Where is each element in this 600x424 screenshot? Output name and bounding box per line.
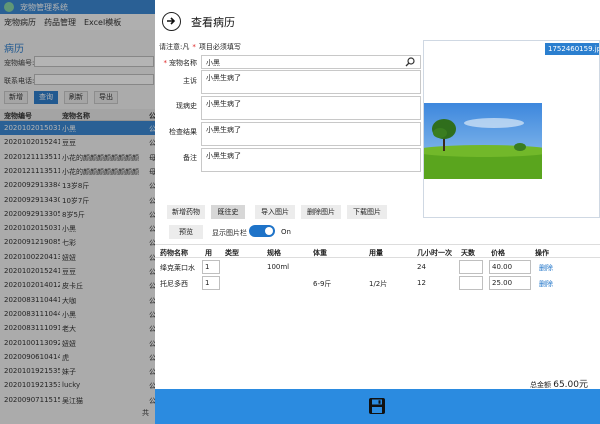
- exam-result-label: 检查结果: [169, 128, 197, 136]
- drug-row: 绛克莱口水 1 100ml 24 40.00 删除: [155, 259, 600, 276]
- photo-file-tag[interactable]: 1752460159.jpg: [545, 43, 599, 55]
- dialog-header: 查看病历: [155, 0, 600, 40]
- delete-link[interactable]: 删除: [539, 263, 553, 273]
- th-price: 价格: [491, 249, 505, 257]
- use-input[interactable]: 1: [202, 276, 220, 290]
- drug-row: 托尼多西 1 6-9斤 1/2片 12 25.00 删除: [155, 275, 600, 292]
- required-star: *: [192, 43, 196, 51]
- th-weight: 体重: [313, 249, 327, 257]
- note-label: 备注: [183, 154, 197, 162]
- pet-name-label-text: 宠物名称: [169, 59, 197, 67]
- drug-weight: 6-9斤: [313, 280, 332, 288]
- required-star: *: [163, 59, 168, 67]
- toggle-state: On: [281, 228, 291, 236]
- photo-panel: 1752460159.jpg: [423, 40, 600, 218]
- th-use: 用: [205, 249, 212, 257]
- landscape-photo: [424, 103, 542, 179]
- th-dose: 用量: [369, 249, 383, 257]
- photo-preview[interactable]: [424, 103, 542, 179]
- show-image-toggle[interactable]: [249, 225, 275, 237]
- th-spec: 规格: [267, 249, 281, 257]
- th-days: 天数: [461, 249, 475, 257]
- back-button[interactable]: [162, 12, 181, 31]
- drug-interval: 12: [417, 279, 426, 287]
- delete-link[interactable]: 删除: [539, 279, 553, 289]
- hint-prefix: 请注意:凡: [159, 43, 190, 51]
- drug-name: 绛克莱口水: [160, 264, 195, 272]
- pet-name-label: * 宠物名称: [155, 58, 198, 68]
- save-bar: [155, 389, 600, 424]
- dialog-title: 查看病历: [191, 16, 235, 29]
- delete-image-button[interactable]: 删除图片: [301, 205, 341, 219]
- medical-record-dialog: 查看病历 请注意:凡 * 项目必须填写 * 宠物名称 小黑 主诉 小黑生病了 现病史 …: [155, 0, 600, 424]
- search-icon[interactable]: [405, 57, 415, 67]
- drug-spec: 100ml: [267, 263, 290, 271]
- arrow-right-icon: [167, 17, 176, 25]
- preview-button[interactable]: 预览: [169, 225, 203, 239]
- toggle-knob: [265, 227, 273, 235]
- history-field[interactable]: 小黑生病了: [201, 96, 421, 120]
- pet-name-input[interactable]: 小黑: [201, 55, 421, 69]
- past-history-button[interactable]: 既往史: [211, 205, 245, 219]
- drug-dose: 1/2片: [369, 280, 388, 288]
- note-field[interactable]: 小黑生病了: [201, 148, 421, 172]
- add-drug-button[interactable]: 新增药物: [167, 205, 205, 219]
- days-input[interactable]: [459, 276, 483, 290]
- complaint-label: 主诉: [183, 77, 197, 85]
- days-input[interactable]: [459, 260, 483, 274]
- import-image-button[interactable]: 导入图片: [255, 205, 295, 219]
- complaint-field[interactable]: 小黑生病了: [201, 70, 421, 94]
- drug-interval: 24: [417, 263, 426, 271]
- pet-name-value: 小黑: [206, 59, 220, 67]
- th-interval: 几小时一次: [417, 249, 452, 257]
- download-image-button[interactable]: 下载图片: [347, 205, 387, 219]
- total-label: 总金额: [530, 381, 551, 389]
- th-drug-name: 药物名称: [160, 249, 188, 257]
- th-action: 操作: [535, 249, 549, 257]
- price-input[interactable]: 25.00: [489, 276, 531, 290]
- hint-suffix: 项目必须填写: [198, 43, 241, 51]
- use-input[interactable]: 1: [202, 260, 220, 274]
- history-label: 现病史: [176, 102, 197, 110]
- save-icon[interactable]: [367, 396, 387, 416]
- th-type: 类型: [225, 249, 239, 257]
- drug-name: 托尼多西: [160, 280, 188, 288]
- show-image-label: 显示图片栏: [212, 229, 247, 237]
- exam-result-field[interactable]: 小黑生病了: [201, 122, 421, 146]
- required-hint: 请注意:凡 * 项目必须填写: [159, 42, 241, 52]
- price-input[interactable]: 40.00: [489, 260, 531, 274]
- drug-table-header: 药物名称 用 类型 规格 体重 用量 几小时一次 天数 价格 操作: [155, 244, 600, 258]
